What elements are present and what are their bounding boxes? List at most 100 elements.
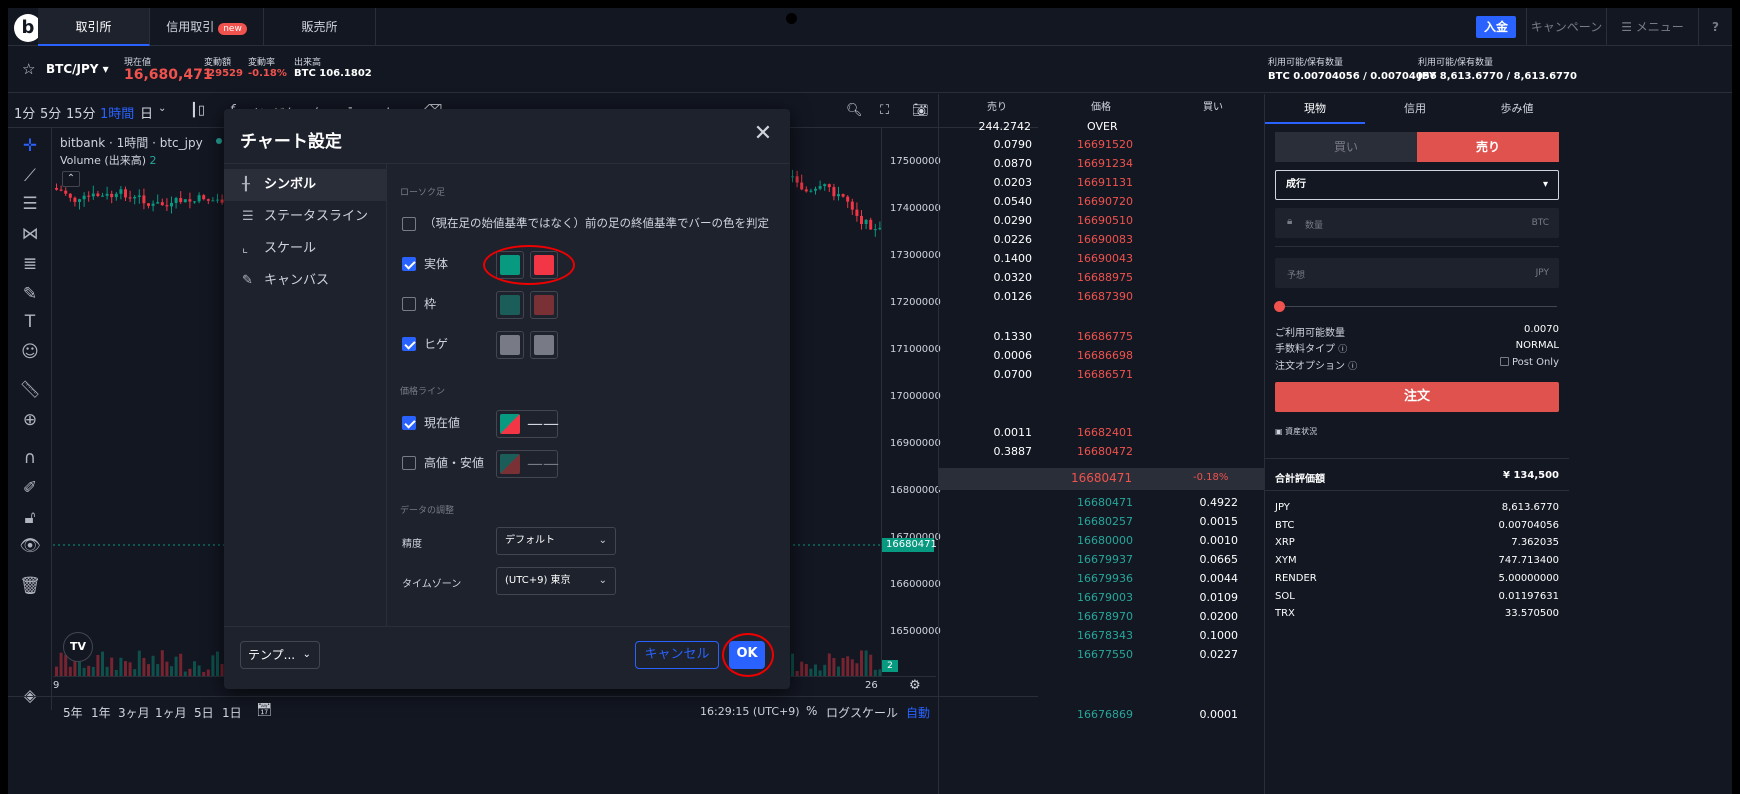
ask-row[interactable]: 0.0700 16686571 — [939, 368, 1264, 386]
zoom-search-icon[interactable]: 🔍︎ — [846, 103, 863, 118]
high-low-line-style[interactable]: —— — [496, 450, 559, 478]
settings-nav-symbol[interactable]: ╂ シンボル — [224, 169, 386, 201]
order-button[interactable]: 注文 — [1275, 382, 1559, 412]
ask-row[interactable]: 0.0126 16687390 — [939, 290, 1264, 308]
auto-scale-toggle[interactable]: 自動 — [906, 704, 930, 721]
menu-button[interactable]: ☰ メニュー — [1606, 8, 1698, 46]
fullscreen-icon[interactable]: ⛶ — [880, 103, 889, 118]
range-1d[interactable]: 1日 — [222, 704, 242, 721]
current-value-checkbox[interactable] — [402, 416, 416, 430]
prev-close-checkbox[interactable] — [402, 217, 416, 231]
buy-button[interactable]: 買い — [1275, 132, 1417, 162]
percent-toggle[interactable]: % — [806, 704, 817, 718]
settings-gear-icon[interactable]: ⚙ — [909, 678, 921, 693]
trendline-icon[interactable]: ⟋ — [18, 164, 42, 188]
bid-row[interactable]: 16680257 0.0015 — [939, 515, 1264, 533]
range-5y[interactable]: 5年 — [63, 704, 83, 721]
timeframe-1h[interactable]: 1時間 — [100, 103, 134, 122]
pair-selector[interactable]: BTC/JPY ▾ — [46, 62, 109, 76]
bid-row[interactable]: 16680000 0.0010 — [939, 534, 1264, 552]
collapse-legend-icon[interactable]: ⌃ — [62, 171, 80, 187]
lock-drawing-icon[interactable]: ✐ — [18, 476, 42, 500]
ask-row[interactable]: 0.0790 16691520 — [939, 138, 1264, 156]
amount-slider-handle[interactable] — [1274, 301, 1285, 312]
border-up-color-swatch[interactable] — [496, 291, 524, 319]
order-type-select[interactable]: 成行 ▾ — [1275, 170, 1559, 200]
estimate-input[interactable]: 予想 JPY — [1275, 258, 1559, 288]
zoom-in-icon[interactable]: ⊕ — [18, 408, 42, 432]
campaign-link[interactable]: キャンペーン — [1526, 8, 1606, 46]
settings-nav-scale[interactable]: ⌞ スケール — [224, 233, 386, 265]
assets-link[interactable]: ▣ 資産状況 — [1275, 426, 1317, 437]
timeframe-15m[interactable]: 15分 — [66, 103, 96, 122]
tab-trades[interactable]: 歩み値 — [1465, 94, 1569, 124]
tab-sales[interactable]: 販売所 — [264, 8, 376, 46]
range-3m[interactable]: 3ヶ月 — [118, 704, 150, 721]
timeframe-dropdown-icon[interactable]: ⌄ — [158, 103, 166, 114]
calendar-icon[interactable]: 📅︎ — [256, 703, 273, 718]
trash-icon[interactable]: 🗑︎ — [18, 574, 42, 598]
clock[interactable]: 16:29:15 (UTC+9) — [700, 705, 800, 718]
deposit-button[interactable]: 入金 — [1476, 16, 1516, 38]
close-icon[interactable]: ✕ — [750, 121, 776, 147]
magnet-icon[interactable]: ∩ — [18, 446, 42, 470]
ask-row[interactable]: 0.0320 16688975 — [939, 271, 1264, 289]
wick-up-color-swatch[interactable] — [496, 331, 524, 359]
ask-row[interactable]: 0.0870 16691234 — [939, 157, 1264, 175]
timeframe-5m[interactable]: 5分 — [40, 103, 61, 122]
settings-nav-canvas[interactable]: ✎ キャンバス — [224, 265, 386, 297]
fib-icon[interactable]: ≣ — [18, 252, 42, 276]
wick-checkbox[interactable] — [402, 337, 416, 351]
help-icon[interactable]: ? — [1698, 8, 1732, 46]
cancel-button[interactable]: キャンセル — [635, 641, 719, 669]
post-only-checkbox[interactable]: Post Only — [1499, 357, 1559, 368]
horizontal-lines-icon[interactable]: ☰ — [18, 192, 42, 216]
info-icon[interactable]: ⓘ — [1338, 345, 1347, 355]
timeframe-1d[interactable]: 日 — [140, 103, 153, 122]
log-scale-toggle[interactable]: ログスケール — [826, 704, 898, 721]
amount-slider[interactable] — [1279, 306, 1557, 307]
text-tool-icon[interactable]: T — [18, 310, 42, 334]
ask-row[interactable]: 0.0011 16682401 — [939, 426, 1264, 444]
crosshair-icon[interactable]: ✛ — [18, 134, 42, 158]
high-low-checkbox[interactable] — [402, 456, 416, 470]
bid-row[interactable]: 16679936 0.0044 — [939, 572, 1264, 590]
ask-row[interactable]: 0.1400 16690043 — [939, 252, 1264, 270]
range-5d[interactable]: 5日 — [194, 704, 214, 721]
tab-margin[interactable]: 信用取引 new — [150, 8, 264, 46]
emoji-icon[interactable]: ☺ — [18, 340, 42, 364]
eye-icon[interactable]: 👁︎ — [18, 534, 42, 558]
star-icon[interactable]: ☆ — [22, 60, 35, 78]
range-1m[interactable]: 1ヶ月 — [155, 704, 187, 721]
ruler-icon[interactable]: 📏︎ — [18, 378, 42, 402]
timeframe-1m[interactable]: 1分 — [14, 103, 35, 122]
camera-icon[interactable]: 📷︎ — [912, 103, 929, 118]
ask-row[interactable]: 0.0203 16691131 — [939, 176, 1264, 194]
bid-row[interactable]: 16679937 0.0665 — [939, 553, 1264, 571]
wick-down-color-swatch[interactable] — [530, 331, 558, 359]
current-value-line-style[interactable]: —— — [496, 410, 559, 438]
tradingview-logo[interactable]: TV — [63, 632, 93, 662]
template-select[interactable]: テンプ... ⌄ — [240, 641, 320, 669]
bid-row[interactable]: 16678970 0.0200 — [939, 610, 1264, 628]
border-checkbox[interactable] — [402, 297, 416, 311]
tab-credit[interactable]: 信用 — [1365, 94, 1465, 124]
precision-select[interactable]: デフォルト ⌄ — [496, 527, 616, 555]
pattern-icon[interactable]: ⋈ — [18, 222, 42, 246]
candle-type-icon[interactable]: ┃▯ — [190, 103, 205, 118]
price-axis[interactable]: 17500000 17400000 17300000 17200000 17100000… — [881, 128, 941, 676]
tab-spot[interactable]: 現物 — [1265, 94, 1365, 124]
bid-row[interactable]: 16676869 0.0001 — [939, 708, 1264, 726]
bid-row[interactable]: 16679003 0.0109 — [939, 591, 1264, 609]
ask-row[interactable]: 0.0540 16690720 — [939, 195, 1264, 213]
ask-row[interactable]: 0.0226 16690083 — [939, 233, 1264, 251]
brush-icon[interactable]: ✎ — [18, 282, 42, 306]
ask-row[interactable]: 0.0006 16686698 — [939, 349, 1264, 367]
body-checkbox[interactable] — [402, 257, 416, 271]
range-1y[interactable]: 1年 — [91, 704, 111, 721]
bid-row[interactable]: 16680471 0.4922 — [939, 496, 1264, 514]
quantity-input[interactable]: 🔒︎ 数量 BTC — [1275, 208, 1559, 238]
post-only-box[interactable] — [1499, 357, 1509, 366]
ask-row[interactable]: 0.3887 16680472 — [939, 445, 1264, 463]
ask-row[interactable]: 0.0290 16690510 — [939, 214, 1264, 232]
